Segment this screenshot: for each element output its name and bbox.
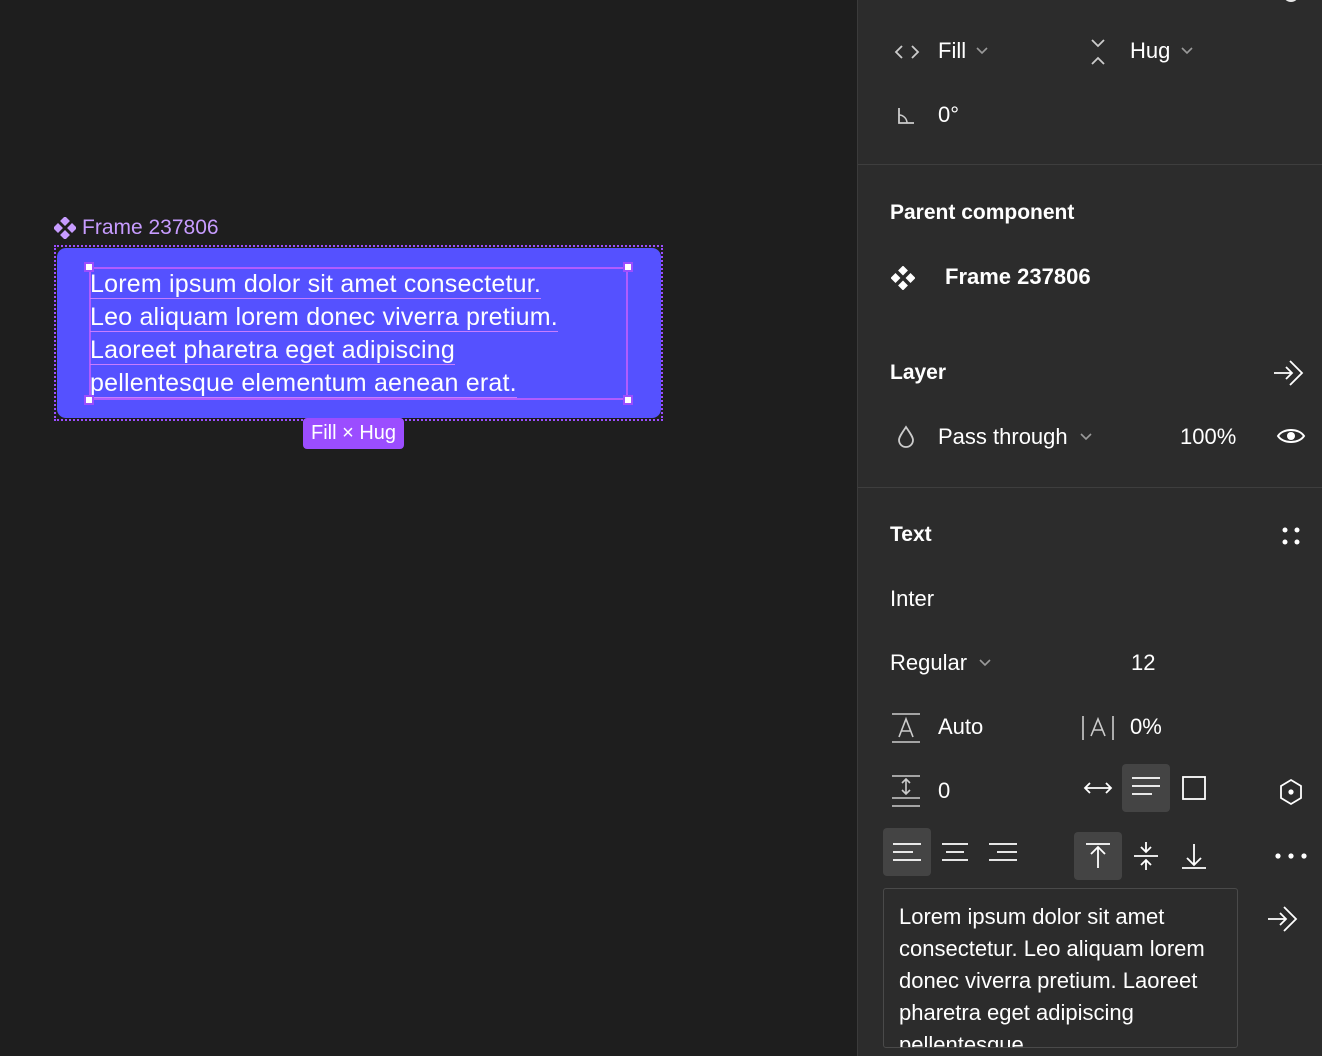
parent-component-header: Parent component [890, 201, 1075, 224]
rotation-angle-icon [898, 108, 914, 124]
height-mode-dropdown[interactable]: Hug [1130, 38, 1194, 64]
align-bottom-icon [1182, 844, 1206, 869]
frame-label-text: Frame 237806 [82, 216, 219, 239]
type-styles-icon[interactable] [1280, 525, 1302, 547]
text-content-value: Lorem ipsum dolor sit amet consectetur. … [899, 904, 1205, 1048]
resize-handle-bottom-left[interactable] [84, 395, 94, 405]
vertical-resize-icon [1091, 39, 1105, 65]
rotation-input[interactable]: 0° [938, 102, 959, 128]
fixed-size-icon [1182, 776, 1206, 800]
width-mode-dropdown[interactable]: Fill [938, 38, 989, 64]
apply-variable-icon[interactable] [1272, 357, 1308, 389]
chevron-down-icon [1181, 47, 1193, 55]
properties-panel: Fill Hug 0° Parent component Frame 23780… [857, 0, 1322, 1056]
more-options-icon[interactable] [1274, 850, 1308, 862]
auto-width-icon [1083, 782, 1113, 794]
layer-opacity-input[interactable]: 100% [1180, 424, 1236, 450]
letter-spacing-icon [1082, 716, 1114, 740]
chevron-down-icon [979, 659, 991, 667]
layer-header: Layer [890, 361, 947, 384]
section-divider [858, 487, 1322, 488]
horizontal-resize-icon [894, 45, 920, 59]
frame-text-line: Leo aliquam lorem donec viverra pretium. [90, 303, 558, 332]
align-left-button[interactable] [883, 828, 931, 876]
paragraph-spacing-icon [892, 775, 920, 807]
apply-variable-icon[interactable] [1266, 903, 1302, 935]
align-center-icon [942, 843, 968, 861]
blend-mode-dropdown[interactable]: Pass through [938, 424, 1093, 450]
align-middle-icon [1134, 842, 1158, 870]
line-height-icon [892, 713, 920, 743]
size-badge: Fill × Hug [303, 418, 405, 449]
font-weight-value: Regular [890, 650, 968, 675]
component-icon [891, 266, 915, 290]
line-height-input[interactable]: Auto [938, 714, 983, 740]
align-top-icon [1086, 843, 1110, 868]
partial-icon [1285, 0, 1297, 2]
auto-width-button[interactable] [1074, 764, 1122, 812]
frame-text-line: Lorem ipsum dolor sit amet consectetur. [90, 270, 542, 299]
parent-component-name[interactable]: Frame 237806 [945, 264, 1091, 290]
frame-text-line: pellentesque elementum aenean erat. [90, 369, 517, 398]
auto-height-icon [1132, 777, 1160, 795]
font-family-dropdown[interactable]: Inter [890, 586, 934, 612]
eye-icon[interactable] [1276, 425, 1306, 447]
letter-spacing-input[interactable]: 0% [1130, 714, 1162, 740]
text-content-input[interactable]: Lorem ipsum dolor sit amet consectetur. … [883, 888, 1238, 1048]
frame-text[interactable]: Lorem ipsum dolor sit amet consectetur. … [90, 268, 630, 400]
align-top-button[interactable] [1074, 832, 1122, 880]
align-bottom-button[interactable] [1170, 832, 1218, 880]
blend-mode-value: Pass through [938, 424, 1068, 449]
blend-mode-drop-icon [898, 425, 914, 448]
resize-handle-top-left[interactable] [84, 262, 94, 272]
font-weight-dropdown[interactable]: Regular [890, 650, 992, 676]
align-left-icon [893, 843, 921, 861]
section-divider [858, 164, 1322, 165]
text-header: Text [890, 523, 932, 546]
font-size-input[interactable]: 12 [1131, 650, 1155, 676]
chevron-down-icon [976, 47, 988, 55]
frame-text-line: Laoreet pharetra eget adipiscing [90, 336, 455, 365]
component-icon [54, 217, 76, 239]
frame-label[interactable]: Frame 237806 [54, 216, 219, 240]
design-canvas[interactable]: Frame 237806 Lorem ipsum dolor sit amet … [0, 0, 857, 1056]
height-mode-value: Hug [1130, 38, 1171, 63]
align-middle-button[interactable] [1122, 832, 1170, 880]
chevron-down-icon [1080, 433, 1092, 441]
width-mode-value: Fill [938, 38, 967, 63]
auto-height-button[interactable] [1122, 764, 1170, 812]
align-right-icon [989, 843, 1017, 861]
fixed-size-button[interactable] [1170, 764, 1218, 812]
resize-handle-top-right[interactable] [623, 262, 633, 272]
align-center-button[interactable] [931, 828, 979, 876]
hexagon-settings-icon[interactable] [1278, 778, 1304, 806]
paragraph-spacing-input[interactable]: 0 [938, 778, 950, 804]
resize-handle-bottom-right[interactable] [623, 395, 633, 405]
align-right-button[interactable] [979, 828, 1027, 876]
